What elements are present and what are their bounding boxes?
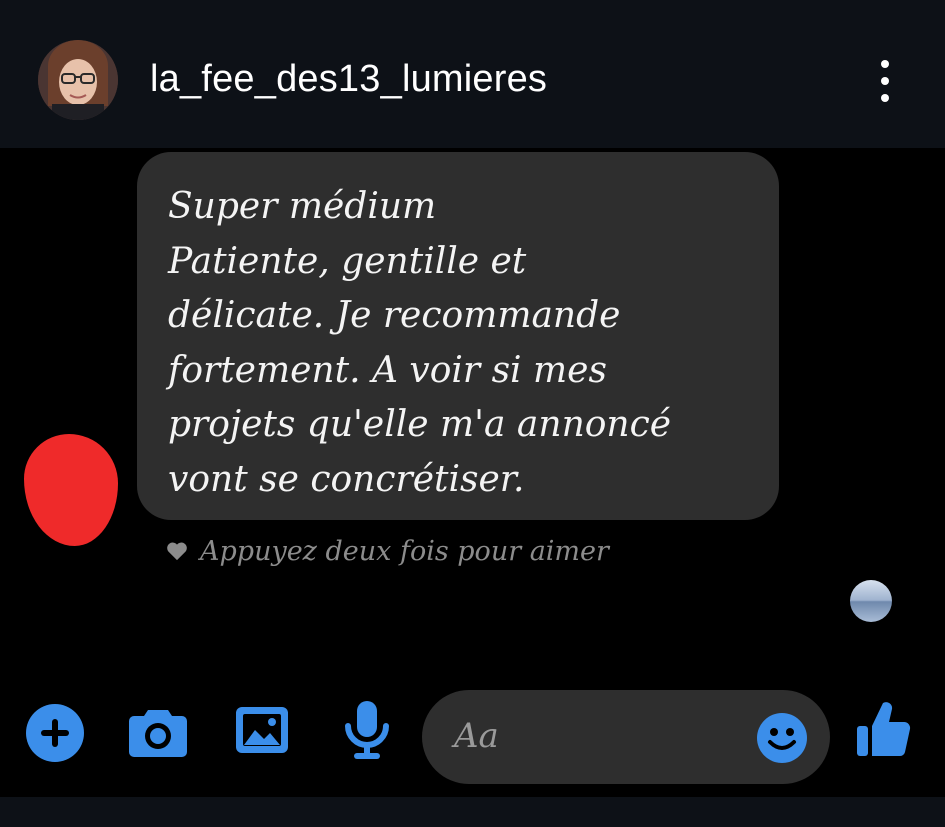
message-line: projets qu'elle m'a annoncé: [168, 404, 672, 445]
message-line: fortement. A voir si mes: [168, 349, 607, 391]
redacted-sender-avatar: [24, 434, 118, 546]
message-line: Patiente, gentille et: [168, 240, 527, 282]
more-vertical-icon-dot-2: [881, 77, 889, 85]
message-bubble[interactable]: Super médium Patiente, gentille et délic…: [137, 152, 779, 520]
camera-icon[interactable]: [128, 706, 188, 758]
message-line: Super médium: [168, 186, 437, 227]
plus-circle-icon[interactable]: [25, 703, 85, 763]
system-navigation-strip: [0, 797, 945, 827]
avatar[interactable]: [38, 40, 118, 120]
hint-text: Appuyez deux fois pour aimer: [200, 535, 609, 567]
chat-header: la_fee_des13_lumieres: [0, 0, 945, 148]
message-input-placeholder: Aa: [454, 716, 499, 756]
heart-icon: [167, 542, 187, 561]
contact-username[interactable]: la_fee_des13_lumieres: [150, 58, 547, 101]
thumbs-up-icon[interactable]: [855, 700, 911, 758]
more-vertical-icon-dot-3: [881, 94, 889, 102]
smile-emoji-icon[interactable]: [756, 712, 808, 764]
double-tap-hint: Appuyez deux fois pour aimer: [166, 534, 609, 568]
conversation-screen: la_fee_des13_lumieres Super médium Patie…: [0, 0, 945, 827]
more-options-button[interactable]: [870, 58, 900, 104]
seen-indicator-avatar: [850, 580, 892, 622]
image-icon[interactable]: [235, 706, 289, 754]
message-line: vont se concrétiser.: [168, 458, 525, 500]
more-vertical-icon: [881, 60, 889, 68]
message-line: délicate. Je recommande: [168, 295, 621, 336]
microphone-icon[interactable]: [344, 700, 390, 760]
